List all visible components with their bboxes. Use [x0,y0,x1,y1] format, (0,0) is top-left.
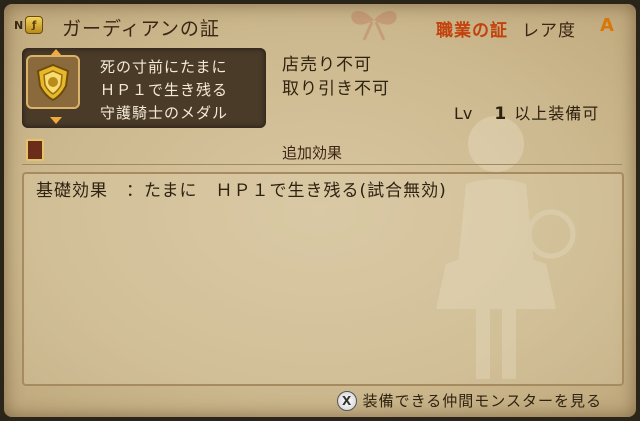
divider [22,164,622,165]
item-detail-panel: N ƒ ガーディアンの証 職業の証 レア度 A 死の寸前にたまに ＨＰ１で生き残… [4,4,636,417]
item-description: 死の寸前にたまに ＨＰ１で生き残る 守護騎士のメダル [100,58,229,122]
shield-medal-icon [36,63,70,102]
item-icon-frame [26,55,80,109]
item-title: ガーディアンの証 [62,18,220,40]
effects-header: 追加効果 [282,144,343,162]
sell-restriction: 店売り不可 [282,55,372,75]
ribbon-decoration-icon [351,10,397,41]
rarity-value: A [600,15,614,36]
rank-letter: N [14,18,24,32]
item-category: 職業の証 [436,21,508,41]
effects-box [22,172,624,386]
book-icon[interactable] [26,139,44,161]
rarity-label: レア度 [522,21,576,41]
level-requirement: Lv 1 以上装備可 [454,100,599,124]
trade-restriction: 取り引き不可 [282,79,390,99]
level-value: 1 [494,104,507,124]
effect-line: 基礎効果 ：たまに ＨＰ１で生き残る(試合無効) [36,181,447,201]
view-monsters-button[interactable]: X 装備できる仲間モンスターを見る [336,390,602,411]
rank-badge: N ƒ [14,16,44,34]
level-label: Lv [454,104,473,123]
level-text: 以上装備可 [514,104,600,123]
x-button-icon: X [336,390,357,411]
rank-medal-icon: ƒ [25,16,44,34]
next-item-arrow-icon[interactable] [50,117,62,124]
view-monsters-label: 装備できる仲間モンスターを見る [362,392,602,410]
